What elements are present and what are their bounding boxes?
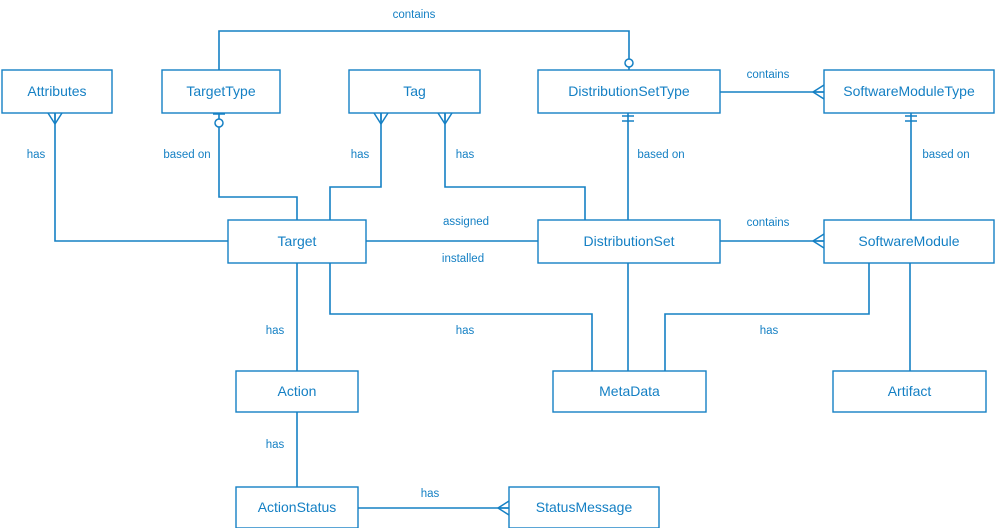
entity-label: TargetType bbox=[186, 83, 255, 99]
cardinality-marker-many bbox=[497, 500, 510, 516]
entity-action[interactable]: Action bbox=[235, 370, 359, 413]
entity-label: Action bbox=[278, 383, 317, 399]
relationship-label: based on bbox=[922, 149, 969, 161]
relationship-line bbox=[218, 113, 298, 220]
cardinality-marker-many bbox=[812, 84, 825, 100]
entity-label: SoftwareModule bbox=[858, 233, 959, 249]
relationship-label: contains bbox=[747, 69, 790, 81]
entity-targettype[interactable]: TargetType bbox=[161, 69, 281, 114]
entity-attributes[interactable]: Attributes bbox=[1, 69, 113, 114]
entity-label: MetaData bbox=[599, 383, 660, 399]
entity-tag[interactable]: Tag bbox=[348, 69, 481, 114]
entity-actionstatus[interactable]: ActionStatus bbox=[235, 486, 359, 528]
cardinality-markers-layer bbox=[47, 58, 918, 516]
relationship-label: has bbox=[421, 488, 440, 500]
entity-label: StatusMessage bbox=[536, 499, 633, 515]
relationship-label: has bbox=[456, 149, 475, 161]
relationship-label: has bbox=[266, 439, 285, 451]
cardinality-marker-many bbox=[812, 233, 825, 249]
relationship-label: has bbox=[351, 149, 370, 161]
relationship-label: based on bbox=[637, 149, 684, 161]
cardinality-marker-many bbox=[437, 112, 453, 125]
relationship-label: assigned bbox=[443, 216, 489, 228]
entity-metadata[interactable]: MetaData bbox=[552, 370, 707, 413]
entity-label: Tag bbox=[403, 83, 426, 99]
entity-distributionsettype[interactable]: DistributionSetType bbox=[537, 69, 721, 114]
er-diagram-svg: contains contains has based on has has based o… bbox=[1, 9, 995, 528]
relationship-line bbox=[444, 113, 586, 220]
relationship-line bbox=[329, 263, 593, 371]
er-diagram-canvas: contains contains has based on has has based o… bbox=[0, 0, 996, 528]
relationship-label: has bbox=[760, 325, 779, 337]
relationship-label: contains bbox=[747, 217, 790, 229]
entity-label: Artifact bbox=[888, 383, 932, 399]
entity-boxes-layer: Attributes TargetType Tag DistributionSetTy… bbox=[1, 69, 995, 528]
relationship-line bbox=[664, 263, 870, 371]
relationship-label: contains bbox=[393, 9, 436, 21]
entity-label: Target bbox=[278, 233, 317, 249]
entity-label: SoftwareModuleType bbox=[843, 83, 975, 99]
entity-artifact[interactable]: Artifact bbox=[832, 370, 987, 413]
entity-label: DistributionSetType bbox=[568, 83, 690, 99]
relationship-label: based on bbox=[163, 149, 210, 161]
relationship-label-secondary: installed bbox=[442, 253, 484, 265]
entity-distributionset[interactable]: DistributionSet bbox=[537, 219, 721, 264]
entity-label: ActionStatus bbox=[258, 499, 337, 515]
entity-label: DistributionSet bbox=[583, 233, 674, 249]
cardinality-marker-many bbox=[47, 112, 63, 125]
entity-label: Attributes bbox=[27, 83, 86, 99]
entity-softwaremodule[interactable]: SoftwareModule bbox=[823, 219, 995, 264]
relationship-label: has bbox=[266, 325, 285, 337]
relationship-label: has bbox=[456, 325, 475, 337]
entity-target[interactable]: Target bbox=[227, 219, 367, 264]
entity-statusmessage[interactable]: StatusMessage bbox=[508, 486, 660, 528]
entity-softwaremoduletype[interactable]: SoftwareModuleType bbox=[823, 69, 995, 114]
relationship-line bbox=[329, 113, 382, 220]
relationship-label: has bbox=[27, 149, 46, 161]
relationship-line bbox=[54, 113, 228, 242]
cardinality-marker-many bbox=[373, 112, 389, 125]
relationship-line bbox=[218, 30, 630, 71]
